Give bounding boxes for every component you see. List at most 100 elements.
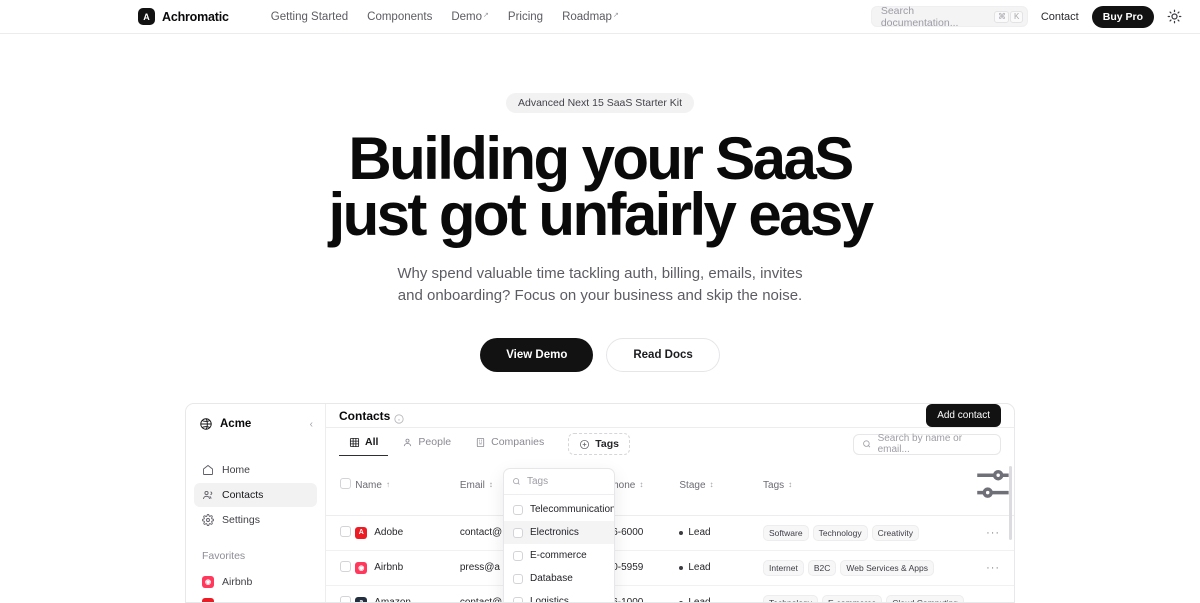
popover-search-placeholder: Tags — [527, 476, 548, 487]
tags-filter-popover: Tags Telecommunications Electronics E-co… — [503, 468, 615, 603]
segment-people[interactable]: People — [392, 432, 461, 456]
contact-name: Adobe — [374, 527, 403, 538]
column-header-stage[interactable]: Stage↕ — [679, 456, 763, 515]
sort-icon: ↕ — [639, 481, 643, 489]
column-header-name[interactable]: Name↑ — [355, 456, 460, 515]
nav-link-pricing[interactable]: Pricing — [508, 11, 543, 23]
select-all-checkbox[interactable] — [340, 478, 351, 489]
search-icon — [862, 439, 872, 449]
contacts-title: Contacts — [339, 409, 390, 423]
brand-logo[interactable]: A Achromatic — [138, 8, 229, 25]
cta-button-group: View Demo Read Docs — [0, 338, 1200, 372]
table-settings-icon[interactable] — [972, 497, 1014, 508]
row-more-menu-icon[interactable]: ··· — [986, 597, 1000, 603]
option-checkbox[interactable] — [513, 551, 523, 561]
popover-option-database[interactable]: Database — [504, 567, 614, 590]
popover-option-electronics[interactable]: Electronics — [504, 521, 614, 544]
subtitle-line-1: Why spend valuable time tackling auth, b… — [0, 263, 1200, 286]
nav-link-label: Components — [367, 11, 432, 23]
row-checkbox[interactable] — [340, 596, 351, 603]
segment-label: All — [365, 436, 378, 448]
stage-dot-icon — [679, 531, 683, 535]
sidebar-favorite-airbnb[interactable]: ◉ Airbnb — [194, 571, 317, 593]
contacts-toolbar: All People Companies Tags Search by name… — [326, 432, 1014, 456]
sidebar-item-label: Contacts — [222, 489, 263, 501]
nav-link-demo[interactable]: Demo↗ — [451, 11, 489, 23]
popover-search-input[interactable]: Tags — [504, 469, 614, 495]
row-checkbox[interactable] — [340, 561, 351, 572]
row-more-menu-icon[interactable]: ··· — [986, 562, 1000, 574]
page-title: Building your SaaS just got unfairly eas… — [0, 131, 1200, 243]
search-icon — [512, 477, 521, 486]
sort-icon: ↕ — [710, 481, 714, 489]
users-icon — [202, 489, 214, 501]
row-more-menu-icon[interactable]: ··· — [986, 527, 1000, 539]
row-tags-cell: InternetB2CWeb Services & Apps — [763, 550, 972, 585]
row-select-cell[interactable] — [326, 550, 355, 585]
nav-link-roadmap[interactable]: Roadmap↗ — [562, 11, 619, 23]
external-link-icon: ↗ — [483, 12, 489, 19]
contacts-header: Contacts Add contact — [326, 404, 1014, 428]
sort-icon: ↑ — [386, 481, 390, 489]
segment-all[interactable]: All — [339, 432, 388, 456]
sidebar-item-contacts[interactable]: Contacts — [194, 483, 317, 507]
tag-chip: Software — [763, 525, 809, 541]
contacts-search-input[interactable]: Search by name or email... — [853, 434, 1001, 455]
column-header-tags[interactable]: Tags↕ — [763, 456, 972, 515]
table-row[interactable]: aAmazon contact@ 6-266-1000 Lead Technol… — [326, 585, 1014, 603]
sidebar-item-label: Home — [222, 464, 250, 476]
row-select-cell[interactable] — [326, 515, 355, 550]
popover-option-e-commerce[interactable]: E-commerce — [504, 544, 614, 567]
docs-search-input[interactable]: Search documentation... ⌘ K — [871, 6, 1028, 27]
sort-icon: ↕ — [489, 481, 493, 489]
option-checkbox[interactable] — [513, 574, 523, 584]
buy-pro-button[interactable]: Buy Pro — [1092, 6, 1154, 28]
brand-name: Achromatic — [162, 10, 229, 24]
select-all-header[interactable] — [326, 456, 355, 515]
sort-icon: ↕ — [788, 481, 792, 489]
row-name-cell: ◉Airbnb — [355, 550, 460, 585]
shortcut-key-cmd: ⌘ — [994, 11, 1009, 23]
option-checkbox[interactable] — [513, 505, 523, 515]
view-demo-button[interactable]: View Demo — [480, 338, 593, 372]
table-row[interactable]: ◉Airbnb press@a 5-800-5959 Lead Internet… — [326, 550, 1014, 585]
option-label: Electronics — [530, 527, 579, 538]
app-sidebar: Acme ‹ Home Contacts Settings Favorites … — [186, 404, 326, 602]
row-name-cell: AAdobe — [355, 515, 460, 550]
sun-icon[interactable] — [1167, 9, 1182, 24]
row-menu-cell[interactable]: ··· — [972, 585, 1014, 603]
top-navigation-bar: A Achromatic Getting Started Components … — [0, 0, 1200, 34]
nav-link-components[interactable]: Components — [367, 11, 432, 23]
read-docs-button[interactable]: Read Docs — [606, 338, 719, 372]
segment-companies[interactable]: Companies — [465, 432, 554, 456]
row-checkbox[interactable] — [340, 526, 351, 537]
option-checkbox[interactable] — [513, 597, 523, 603]
popover-option-telecommunications[interactable]: Telecommunications — [504, 498, 614, 521]
option-checkbox[interactable] — [513, 528, 523, 538]
add-contact-button[interactable]: Add contact — [926, 404, 1001, 427]
row-menu-cell[interactable]: ··· — [972, 550, 1014, 585]
brand-mark-icon: A — [138, 8, 155, 25]
nav-link-label: Roadmap — [562, 11, 612, 23]
tags-filter-button[interactable]: Tags — [568, 433, 630, 455]
option-label: Database — [530, 573, 573, 584]
popover-option-list: Telecommunications Electronics E-commerc… — [504, 495, 614, 603]
table-row[interactable]: AAdobe contact@ 8-536-6000 Lead Software… — [326, 515, 1014, 550]
column-header-settings[interactable] — [972, 456, 1014, 515]
subtitle-line-2: and onboarding? Focus on your business a… — [0, 285, 1200, 308]
stage-label: Lead — [688, 597, 710, 603]
chevron-left-icon[interactable]: ‹ — [310, 419, 313, 430]
sidebar-item-home[interactable]: Home — [194, 458, 317, 482]
row-menu-cell[interactable]: ··· — [972, 515, 1014, 550]
sidebar-favorite-partial[interactable] — [194, 593, 317, 603]
info-icon[interactable] — [394, 411, 404, 421]
contact-link[interactable]: Contact — [1041, 11, 1079, 23]
nav-links: Getting Started Components Demo↗ Pricing… — [271, 11, 619, 23]
table-vertical-scrollbar[interactable] — [1009, 466, 1012, 540]
nav-link-getting-started[interactable]: Getting Started — [271, 11, 348, 23]
row-select-cell[interactable] — [326, 585, 355, 603]
popover-option-logistics[interactable]: Logistics — [504, 590, 614, 603]
sidebar-item-settings[interactable]: Settings — [194, 508, 317, 532]
nav-link-label: Getting Started — [271, 11, 348, 23]
org-switcher[interactable]: Acme ‹ — [194, 414, 317, 431]
